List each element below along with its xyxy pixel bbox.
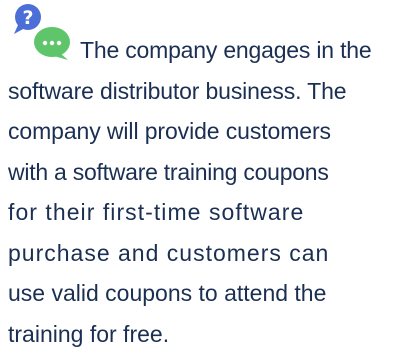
svg-text:?: ? — [22, 7, 33, 29]
paragraph-line: with a software training coupons — [8, 152, 408, 193]
paragraph-line: training for free. — [8, 314, 408, 354]
paragraph-line: for their first-time software — [8, 192, 408, 233]
paragraph-line: use valid coupons to attend the — [8, 273, 408, 314]
paragraph-line: purchase and customers can — [8, 233, 408, 274]
body-paragraph: The company engages in the software dist… — [8, 30, 408, 354]
paragraph-line: software distributor business. The — [8, 71, 408, 112]
paragraph-line: company will provide customers — [8, 111, 408, 152]
paragraph-line: The company engages in the — [8, 30, 408, 71]
